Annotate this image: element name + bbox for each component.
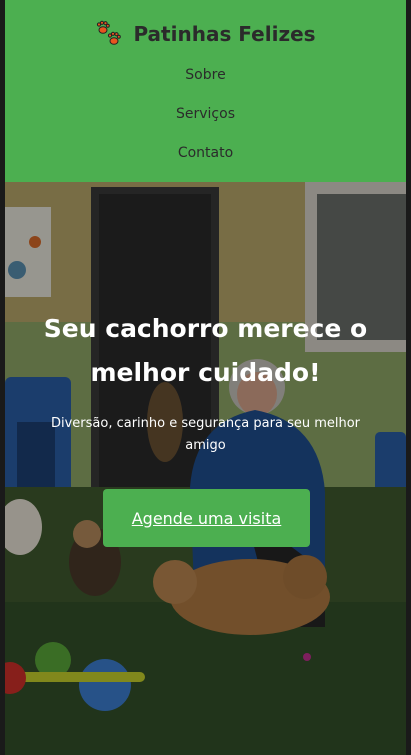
nav-link-contato[interactable]: Contato bbox=[5, 145, 406, 161]
hero-headline: Seu cachorro merece o melhor cuidado! bbox=[25, 307, 386, 395]
brand[interactable]: Patinhas Felizes bbox=[5, 18, 406, 50]
nav-link-sobre[interactable]: Sobre bbox=[5, 67, 406, 83]
hero-subtitle-line2: amigo bbox=[185, 438, 226, 453]
page-frame: Patinhas Felizes Sobre Serviços Contato bbox=[5, 0, 406, 755]
hero-background-image bbox=[5, 182, 406, 755]
hero-headline-line2: melhor cuidado! bbox=[90, 358, 321, 387]
brand-title: Patinhas Felizes bbox=[133, 22, 316, 46]
schedule-visit-button[interactable]: Agende uma visita bbox=[103, 489, 310, 547]
hero-subtitle: Diversão, carinho e segurança para seu m… bbox=[35, 413, 376, 457]
hero-section: Seu cachorro merece o melhor cuidado! Di… bbox=[5, 182, 406, 755]
site-header: Patinhas Felizes Sobre Serviços Contato bbox=[5, 0, 406, 182]
paw-prints-icon bbox=[95, 19, 125, 49]
nav-link-servicos[interactable]: Serviços bbox=[5, 106, 406, 122]
hero-headline-line1: Seu cachorro merece o bbox=[43, 314, 368, 343]
hero-subtitle-line1: Diversão, carinho e segurança para seu m… bbox=[50, 416, 361, 431]
